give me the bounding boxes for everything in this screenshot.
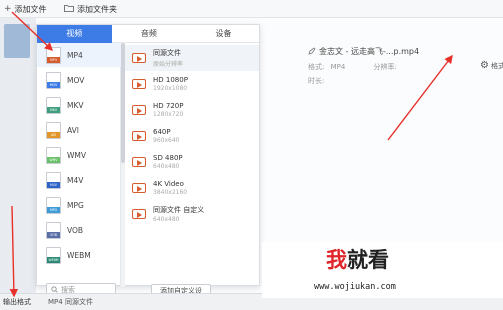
format-item-wmv[interactable]: WMV WMV: [37, 143, 121, 167]
format-item-webm[interactable]: WEBM WEBM: [37, 243, 121, 267]
preset-item[interactable]: 同源文件 原始分辨率: [125, 45, 259, 71]
file-name: 金志文 - 远走高飞-...p.mp4: [319, 47, 420, 56]
vob-file-icon: VOB: [46, 221, 61, 239]
video-preset-icon: [132, 53, 146, 63]
add-file-button[interactable]: + 添加文件: [4, 2, 47, 16]
video-preset-icon: [132, 157, 146, 167]
format-item-mov[interactable]: MOV MOV: [37, 68, 121, 92]
tab-device[interactable]: 设备: [186, 25, 261, 43]
preset-item[interactable]: 4K Video 3840x2160: [125, 175, 259, 201]
format-item-mp4[interactable]: MP4 MP4: [37, 43, 121, 67]
preset-item[interactable]: 同源文件 自定义 640x480: [125, 201, 259, 227]
plus-icon: +: [4, 4, 12, 14]
format-label: VOB: [67, 225, 84, 235]
toolbar: + 添加文件 添加文件夹: [0, 0, 503, 18]
format-label: WMV: [67, 150, 87, 160]
gear-icon: ⚙: [480, 60, 489, 71]
file-title: 金志文 - 远走高飞-...p.mp4: [308, 46, 419, 57]
add-folder-button[interactable]: 添加文件夹: [64, 2, 117, 16]
format-item-mkv[interactable]: MKV MKV: [37, 93, 121, 117]
resolution-label: 分辨率:: [373, 63, 397, 71]
preset-resolution: 960x640: [153, 137, 180, 144]
preset-resolution: 3840x2160: [153, 189, 188, 196]
file-format-meta: 格式: MP4 分辨率:: [308, 62, 401, 72]
format-tabs: 视频 音频 设备: [37, 25, 261, 43]
output-format-label: 输出格式: [3, 298, 31, 306]
watermark-url: www.wojiukan.com: [314, 282, 396, 292]
format-label: MKV: [67, 100, 84, 110]
preset-resolution: 640x480: [153, 163, 180, 170]
format-label: AVI: [67, 125, 79, 135]
video-preset-icon: [132, 105, 146, 115]
preset-name: SD 480P: [153, 154, 183, 162]
mkv-file-icon: MKV: [46, 96, 61, 114]
preset-resolution: 640x480: [153, 216, 180, 223]
preset-item[interactable]: 640P 960x640: [125, 123, 259, 149]
format-label: 格式:: [308, 63, 325, 71]
preset-name: HD 1080P: [153, 76, 188, 84]
mp4-file-icon: MP4: [46, 46, 61, 64]
preset-item[interactable]: HD 720P 1280x720: [125, 97, 259, 123]
format-item-m4v[interactable]: M4V M4V: [37, 168, 121, 192]
format-settings-button[interactable]: ⚙ 格式: [480, 60, 503, 71]
tab-video[interactable]: 视频: [37, 25, 112, 43]
video-preset-icon: [132, 183, 146, 193]
preset-item[interactable]: SD 480P 640x480: [125, 149, 259, 175]
format-item-avi[interactable]: AVI AVI: [37, 118, 121, 142]
format-label: M4V: [67, 175, 84, 185]
file-list-sidebar: [0, 18, 36, 293]
preset-name: 640P: [153, 128, 171, 136]
add-folder-label: 添加文件夹: [77, 4, 117, 14]
preset-list: 同源文件 原始分辨率 HD 1080P 1920x1080 HD 720P 12…: [125, 43, 261, 298]
format-label: MOV: [67, 75, 85, 85]
preset-name: HD 720P: [153, 102, 184, 110]
edit-icon[interactable]: [308, 46, 316, 57]
watermark-logo: 我就看: [326, 248, 389, 272]
mpg-file-icon: MPG: [46, 196, 61, 214]
preset-name: 4K Video: [153, 180, 184, 188]
folder-icon: [64, 4, 74, 15]
app-window: + 添加文件 添加文件夹 金志文 - 远走高飞-...p.mp4 格式: MP4…: [0, 0, 503, 310]
format-label: WEBM: [67, 250, 91, 260]
preset-resolution: 1280x720: [153, 111, 184, 118]
avi-file-icon: AVI: [46, 121, 61, 139]
format-label: MP4: [67, 50, 83, 60]
format-list: MP4 MP4 MOV MOV MKV MKV AVI AVI WMV WMV …: [37, 43, 121, 297]
format-item-mpg[interactable]: MPG MPG: [37, 193, 121, 217]
video-preset-icon: [132, 131, 146, 141]
format-dropdown-panel: 视频 音频 设备 MP4 MP4 MOV MOV MKV MKV AVI AVI…: [36, 24, 261, 298]
settings-label: 格式: [490, 61, 503, 70]
tab-audio[interactable]: 音频: [112, 25, 187, 43]
m4v-file-icon: M4V: [46, 171, 61, 189]
wmv-file-icon: WMV: [46, 146, 61, 164]
preset-resolution: 1920x1080: [153, 85, 188, 92]
preset-name: 同源文件 自定义: [153, 206, 205, 214]
preset-item[interactable]: HD 1080P 1920x1080: [125, 71, 259, 97]
format-label: MPG: [67, 200, 84, 210]
video-thumbnail[interactable]: [4, 24, 30, 58]
output-format-value[interactable]: MP4 同源文件: [48, 297, 93, 307]
format-value: MP4: [330, 63, 346, 71]
format-item-vob[interactable]: VOB VOB: [37, 218, 121, 242]
preset-resolution: 原始分辨率: [153, 61, 184, 68]
video-preset-icon: [132, 209, 146, 219]
duration-label: 时长:: [308, 77, 325, 85]
preset-name: 同源文件: [153, 49, 181, 57]
add-file-label: 添加文件: [14, 4, 47, 14]
video-preset-icon: [132, 79, 146, 89]
webm-file-icon: WEBM: [46, 246, 61, 264]
watermark: 我就看 www.wojiukan.com: [262, 242, 503, 298]
mov-file-icon: MOV: [46, 71, 61, 89]
